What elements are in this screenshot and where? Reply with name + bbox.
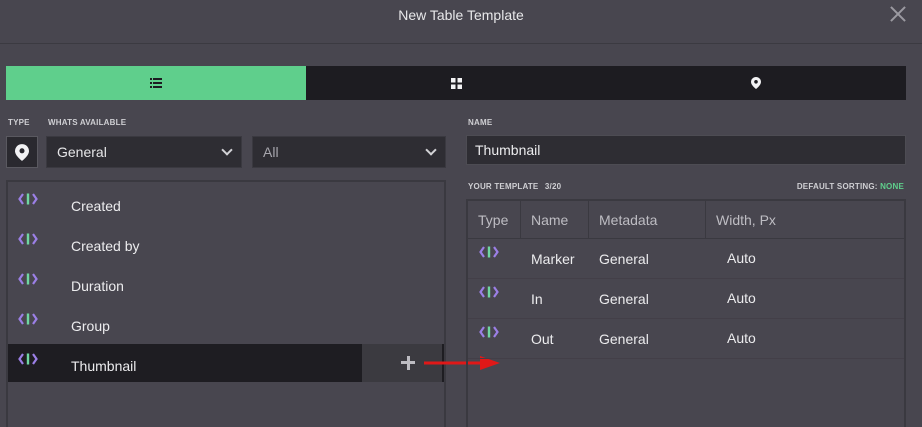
type-label: TYPE <box>8 118 30 127</box>
window-title: New Table Template <box>398 7 524 23</box>
list-item-label: Group <box>71 318 110 334</box>
row-metadata: General <box>599 251 649 267</box>
title-bar: New Table Template <box>0 0 922 44</box>
list-item-label: Created by <box>71 238 140 254</box>
default-sorting-label: DEFAULT SORTING: <box>796 182 878 191</box>
name-label: NAME <box>468 118 493 127</box>
tab-grid[interactable] <box>306 66 606 100</box>
column-header-metadata[interactable]: Metadata <box>589 201 706 239</box>
list-item[interactable]: Created by <box>8 224 444 262</box>
row-name: Out <box>531 331 554 347</box>
list-item-label: Duration <box>71 278 124 294</box>
filter-select-value: All <box>263 144 279 160</box>
template-count: 3/20 <box>544 182 562 191</box>
metadata-code-icon <box>479 246 499 258</box>
list-item-label: Created <box>71 198 121 214</box>
your-template-label: YOUR TEMPLATE 3/20 <box>468 182 561 191</box>
row-metadata: General <box>599 331 649 347</box>
default-sorting-value[interactable]: NONE <box>880 182 904 191</box>
list-item[interactable]: Created <box>8 184 444 222</box>
metadata-code-icon <box>18 193 38 205</box>
metadata-code-icon <box>18 273 38 285</box>
column-header-type[interactable]: Type <box>468 201 521 239</box>
tab-list[interactable] <box>6 66 306 100</box>
grid-icon <box>450 77 462 89</box>
default-sorting: DEFAULT SORTING: NONE <box>797 182 904 191</box>
row-metadata: General <box>599 291 649 307</box>
filter-select[interactable]: All <box>252 136 446 168</box>
chevron-down-icon <box>221 144 233 156</box>
type-button[interactable] <box>6 136 38 168</box>
metadata-code-icon <box>18 313 38 325</box>
column-header-width[interactable]: Width, Px <box>706 201 904 239</box>
row-width[interactable]: Auto <box>727 250 756 266</box>
template-name-input[interactable] <box>466 135 906 165</box>
list-item[interactable]: Group <box>8 304 444 342</box>
table-header: Type Name Metadata Width, Px <box>468 201 904 239</box>
table-row[interactable]: Out General Auto <box>468 319 904 359</box>
row-name: In <box>531 291 543 307</box>
row-name: Marker <box>531 251 575 267</box>
view-tabs <box>6 66 906 100</box>
template-label-text: YOUR TEMPLATE <box>468 182 539 191</box>
row-width[interactable]: Auto <box>727 290 756 306</box>
chevron-down-icon <box>425 144 437 156</box>
whats-available-label: WHATS AVAILABLE <box>48 118 127 127</box>
map-pin-icon <box>751 77 761 89</box>
column-header-name[interactable]: Name <box>521 201 589 239</box>
category-select-value: General <box>57 144 107 160</box>
metadata-code-icon <box>479 326 499 338</box>
metadata-code-icon <box>479 286 499 298</box>
metadata-code-icon <box>18 233 38 245</box>
tab-map[interactable] <box>606 66 906 100</box>
list-item[interactable]: Duration <box>8 264 444 302</box>
row-width[interactable]: Auto <box>727 330 756 346</box>
category-select[interactable]: General <box>46 136 242 168</box>
table-row[interactable]: Marker General Auto <box>468 239 904 279</box>
map-pin-icon <box>15 143 29 161</box>
list-icon <box>150 78 162 88</box>
list-item-selected[interactable]: Thumbnail <box>8 344 444 382</box>
table-row[interactable]: In General Auto <box>468 279 904 319</box>
close-icon[interactable] <box>888 4 908 24</box>
metadata-code-icon <box>18 353 38 365</box>
list-item-label: Thumbnail <box>71 358 137 374</box>
available-list: Created Created by Duration Group Thumbn… <box>6 180 446 427</box>
template-table: Type Name Metadata Width, Px Marker Gene… <box>466 199 906 427</box>
